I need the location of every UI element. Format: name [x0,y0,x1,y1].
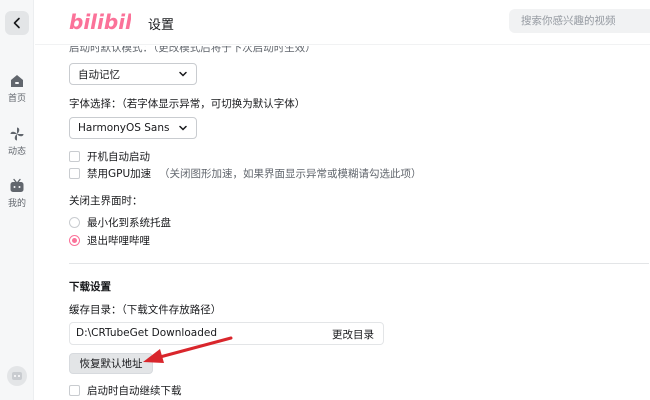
radio-minimize-tray-label: 最小化到系统托盘 [87,217,171,229]
tv-icon [10,178,24,192]
startup-mode-label: 启动时默认模式：（更改模式后将于下次启动时生效） [69,46,316,54]
radio-minimize-tray[interactable] [69,217,80,228]
radio-exit-app[interactable] [69,235,80,246]
disable-gpu-note: （关闭图形加速，如果界面显示异常或模糊请勾选此项） [159,168,422,180]
nav-label-dynamic: 动态 [7,147,26,157]
startup-mode-value: 自动记忆 [78,68,120,81]
chevron-left-icon [13,17,20,29]
nav-item-dynamic[interactable]: 动态 [0,126,34,157]
resume-on-start-checkbox[interactable] [69,385,80,396]
avatar[interactable] [7,366,27,386]
nav-item-home[interactable]: 首页 [0,73,34,104]
download-path-field: D:\CRTubeGet Downloaded 更改目录 [69,322,384,345]
nav-rail: 首页 动态 我的 [0,0,34,400]
download-section-title: 下载设置 [69,281,111,293]
change-dir-button[interactable]: 更改目录 [332,327,374,342]
nav-label-home: 首页 [7,94,26,104]
pinwheel-icon [10,127,24,141]
font-select[interactable]: HarmonyOS Sans [69,117,197,139]
back-button[interactable] [5,11,29,35]
resume-on-start-label: 启动时自动继续下载 [87,385,182,397]
section-divider [69,263,649,264]
bilibili-logo[interactable]: bilibili [69,9,131,35]
disable-gpu-checkbox[interactable] [69,168,80,179]
nav-label-mine: 我的 [7,199,26,209]
settings-panel: 启动时默认模式：（更改模式后将于下次启动时生效） 自动记忆 字体选择：（若字体显… [35,46,650,400]
nav-item-mine[interactable]: 我的 [0,178,34,209]
auto-start-label: 开机自动启动 [87,151,150,163]
auto-start-checkbox[interactable] [69,151,80,162]
radio-exit-app-label: 退出哔哩哔哩 [87,235,150,247]
startup-mode-select[interactable]: 自动记忆 [69,63,197,85]
disable-gpu-label: 禁用GPU加速 [87,168,152,180]
close-behavior-label: 关闭主界面时： [69,195,143,207]
logo-text: bilibili [69,10,131,34]
cache-dir-label: 缓存目录：（下载文件存放路径） [69,304,222,316]
home-icon [11,75,23,87]
header-bar: bilibili 设置 [35,0,650,45]
robot-avatar-icon [12,372,22,380]
page-title: 设置 [148,18,175,33]
chevron-down-icon [179,71,187,77]
font-value: HarmonyOS Sans [78,122,170,134]
chevron-down-icon [179,125,187,131]
download-path-value: D:\CRTubeGet Downloaded [76,327,217,339]
restore-default-button[interactable]: 恢复默认地址 [69,353,153,374]
font-label: 字体选择：（若字体显示异常，可切换为默认字体） [69,98,306,110]
search-input[interactable] [509,9,650,33]
